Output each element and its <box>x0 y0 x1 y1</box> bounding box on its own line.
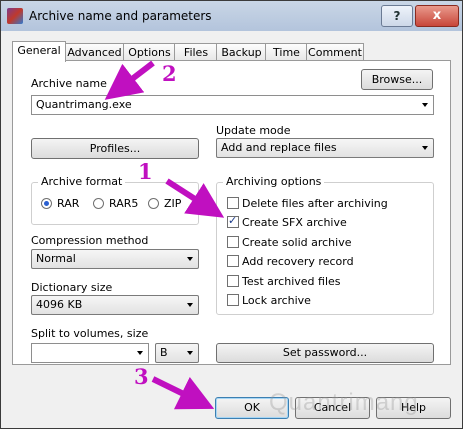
profiles-button[interactable]: Profiles... <box>31 138 199 159</box>
radio-rar[interactable] <box>41 198 52 209</box>
radio-rar5-label: RAR5 <box>109 197 139 210</box>
chevron-down-icon <box>187 303 193 307</box>
chevron-down-icon <box>187 257 193 261</box>
tab-time[interactable]: Time <box>265 43 308 61</box>
checkbox-delete-files[interactable] <box>227 197 239 209</box>
tab-advanced[interactable]: Advanced <box>64 43 125 61</box>
tab-files[interactable]: Files <box>174 43 218 61</box>
radio-rar-label: RAR <box>57 197 80 210</box>
split-unit-value: B <box>160 346 168 359</box>
annotation-step3: 3 <box>134 364 149 389</box>
chevron-down-icon <box>422 146 428 150</box>
title-bar: Archive name and parameters ? x <box>1 1 462 31</box>
chevron-down-icon <box>137 351 143 355</box>
watermark: Quantrimang <box>269 389 419 416</box>
checkbox-solid-archive[interactable] <box>227 236 239 248</box>
radio-zip[interactable] <box>148 198 159 209</box>
archiving-options-label: Archiving options <box>223 175 325 188</box>
split-label: Split to volumes, size <box>31 327 149 340</box>
split-size-input[interactable] <box>31 343 149 363</box>
checkbox-create-sfx-label: Create SFX archive <box>242 216 347 229</box>
tab-general[interactable]: General <box>12 41 66 62</box>
set-password-button[interactable]: Set password... <box>216 343 434 363</box>
checkbox-recovery-record-label: Add recovery record <box>242 255 354 268</box>
chevron-down-icon <box>422 103 428 107</box>
checkbox-test-files-label: Test archived files <box>242 275 341 288</box>
chevron-down-icon <box>187 351 193 355</box>
checkbox-delete-files-label: Delete files after archiving <box>242 197 388 210</box>
compression-select[interactable]: Normal <box>31 249 199 269</box>
radio-rar5[interactable] <box>93 198 104 209</box>
winrar-icon <box>7 8 23 24</box>
update-mode-select[interactable]: Add and replace files <box>216 138 434 158</box>
archive-name-input[interactable]: Quantrimang.exe <box>31 95 434 115</box>
checkbox-lock-archive[interactable] <box>227 294 239 306</box>
compression-value: Normal <box>36 252 76 265</box>
checkbox-solid-archive-label: Create solid archive <box>242 236 352 249</box>
checkbox-test-files[interactable] <box>227 275 239 287</box>
dictionary-label: Dictionary size <box>31 281 113 294</box>
update-mode-label: Update mode <box>216 124 291 137</box>
dictionary-select[interactable]: 4096 KB <box>31 295 199 315</box>
archive-format-label: Archive format <box>38 175 126 188</box>
archive-name-label: Archive name <box>31 77 107 90</box>
checkbox-create-sfx[interactable] <box>227 214 239 228</box>
archive-name-value: Quantrimang.exe <box>36 98 132 111</box>
browse-button[interactable]: Browse... <box>361 69 433 90</box>
radio-zip-label: ZIP <box>164 197 182 210</box>
help-title-button[interactable]: ? <box>381 5 413 27</box>
tab-backup[interactable]: Backup <box>216 43 267 61</box>
arrow-step3 <box>151 376 215 410</box>
annotation-step1: 1 <box>138 159 153 184</box>
annotation-step2: 2 <box>162 61 177 86</box>
dictionary-value: 4096 KB <box>36 298 83 311</box>
archive-dialog: Archive name and parameters ? x General … <box>0 0 463 429</box>
update-mode-value: Add and replace files <box>221 141 337 154</box>
split-unit-select[interactable]: B <box>155 343 199 363</box>
checkbox-lock-archive-label: Lock archive <box>242 294 311 307</box>
close-button[interactable]: x <box>415 5 459 27</box>
tab-options[interactable]: Options <box>123 43 176 61</box>
compression-label: Compression method <box>31 234 149 247</box>
checkbox-recovery-record[interactable] <box>227 255 239 267</box>
tab-comment[interactable]: Comment <box>306 43 364 61</box>
window-title: Archive name and parameters <box>29 9 212 23</box>
